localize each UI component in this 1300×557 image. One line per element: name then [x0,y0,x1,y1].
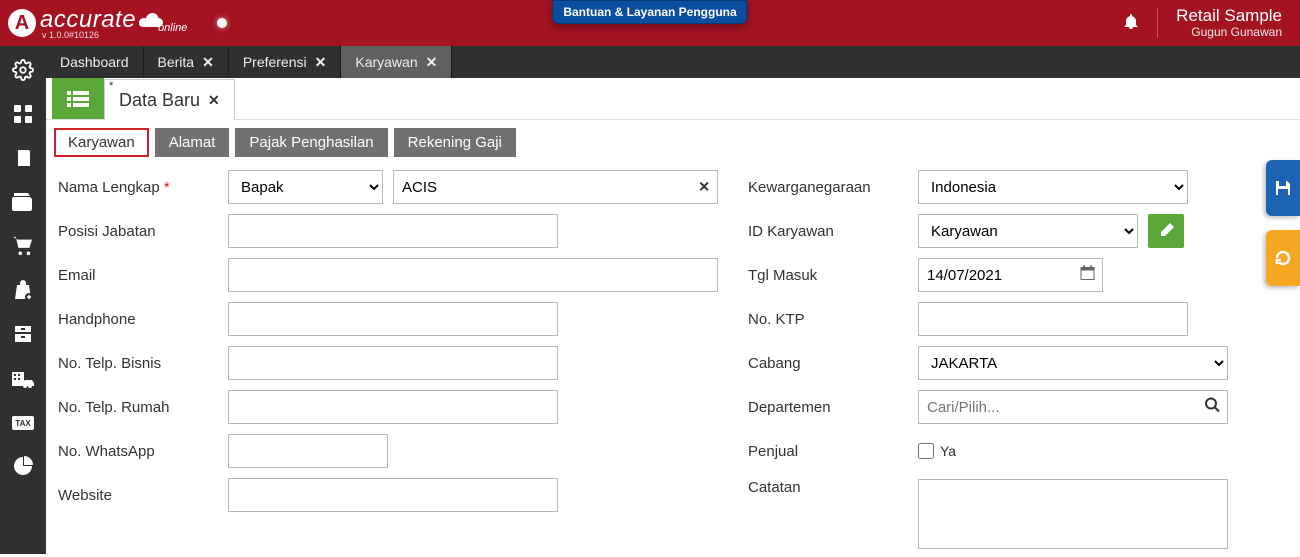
tab-label: Data Baru [119,90,200,111]
app-header: A accurate online v 1.0.0#10126 Bantuan … [0,0,1300,46]
tab-label: Karyawan [355,54,417,70]
close-icon[interactable]: ✕ [202,54,214,71]
close-icon[interactable]: ✕ [426,54,438,71]
refresh-quick-button[interactable] [1266,230,1300,286]
wallet-icon[interactable] [5,184,41,220]
tax-icon[interactable]: TAX [5,404,41,440]
nama-input[interactable] [393,170,718,204]
website-input[interactable] [228,478,558,512]
main-tabbar: Dashboard Berita ✕ Preferensi ✕ Karyawan… [0,46,1300,78]
label-telp-bisnis: No. Telp. Bisnis [58,355,228,372]
record-indicator-icon [217,18,227,28]
form: Nama Lengkap * Bapak ✕ Posisi Jabatan Em… [46,157,1300,557]
user-name: Gugun Gunawan [1176,26,1282,39]
telp-bisnis-input[interactable] [228,346,558,380]
tab-karyawan[interactable]: Karyawan ✕ [341,46,452,78]
salutation-select[interactable]: Bapak [228,170,383,204]
tab-label: Berita [158,54,195,70]
cart-icon[interactable] [5,228,41,264]
svg-text:TAX: TAX [15,419,31,428]
help-banner[interactable]: Bantuan & Layanan Pengguna [552,0,747,24]
divider [1157,8,1158,38]
quick-actions [1266,160,1300,286]
label-cabang: Cabang [748,355,918,372]
tab-label: Dashboard [60,54,129,70]
logo-badge-icon: A [8,9,36,37]
formtab-alamat[interactable]: Alamat [155,128,230,157]
ktp-input[interactable] [918,302,1188,336]
bag-plus-icon[interactable] [5,272,41,308]
close-icon[interactable]: ✕ [208,92,220,109]
sub-tabbar: * Data Baru ✕ [46,78,1300,120]
catatan-textarea[interactable] [918,479,1228,549]
grid-icon[interactable] [5,96,41,132]
cabang-select[interactable]: JAKARTA [918,346,1228,380]
formtab-karyawan[interactable]: Karyawan [54,128,149,157]
tab-label: Preferensi [243,54,307,70]
list-view-button[interactable] [52,78,104,119]
form-col-right: Kewarganegaraan Indonesia ID Karyawan Ka… [718,165,1300,549]
penjual-checkbox[interactable] [918,443,934,459]
bell-icon[interactable] [1123,13,1139,34]
label-departemen: Departemen [748,399,918,416]
tab-berita[interactable]: Berita ✕ [144,46,229,78]
edit-id-button[interactable] [1148,214,1184,248]
company-name: Retail Sample [1176,7,1282,26]
posisi-input[interactable] [228,214,558,248]
app-version: v 1.0.0#10126 [42,30,187,40]
tgl-masuk-input[interactable] [918,258,1103,292]
penjual-checkbox-wrap[interactable]: Ya [918,443,956,459]
clear-icon[interactable]: ✕ [698,179,710,196]
building-car-icon[interactable] [5,360,41,396]
formtab-rekening[interactable]: Rekening Gaji [394,128,516,157]
kewarganegaraan-select[interactable]: Indonesia [918,170,1188,204]
penjual-checkbox-label: Ya [940,443,956,459]
label-wa: No. WhatsApp [58,443,228,460]
dirty-indicator-icon: * [109,80,113,92]
tab-data-baru[interactable]: * Data Baru ✕ [104,79,235,120]
save-quick-button[interactable] [1266,160,1300,216]
archive-icon[interactable] [5,316,41,352]
close-icon[interactable]: ✕ [315,54,327,71]
formtab-pajak[interactable]: Pajak Penghasilan [235,128,387,157]
sidebar-rail: TAX [0,46,46,554]
label-penjual: Penjual [748,443,918,460]
form-col-left: Nama Lengkap * Bapak ✕ Posisi Jabatan Em… [58,165,718,549]
id-karyawan-select[interactable]: Karyawan [918,214,1138,248]
handphone-input[interactable] [228,302,558,336]
label-nama: Nama Lengkap * [58,179,228,196]
book-icon[interactable] [5,140,41,176]
label-posisi: Posisi Jabatan [58,223,228,240]
label-telp-rumah: No. Telp. Rumah [58,399,228,416]
calendar-icon[interactable] [1080,266,1095,285]
pie-chart-icon[interactable] [5,448,41,484]
email-input[interactable] [228,258,718,292]
label-email: Email [58,267,228,284]
tab-preferensi[interactable]: Preferensi ✕ [229,46,342,78]
label-kewarganegaraan: Kewarganegaraan [748,179,918,196]
label-ktp: No. KTP [748,311,918,328]
whatsapp-input[interactable] [228,434,388,468]
gear-icon[interactable] [5,52,41,88]
company-block[interactable]: Retail Sample Gugun Gunawan [1176,7,1282,39]
departemen-input[interactable] [918,390,1228,424]
tab-dashboard[interactable]: Dashboard [46,46,144,78]
label-catatan: Catatan [748,479,918,496]
label-hp: Handphone [58,311,228,328]
logo: A accurate online v 1.0.0#10126 [8,6,187,40]
form-tabbar: Karyawan Alamat Pajak Penghasilan Rekeni… [46,120,1300,157]
search-icon[interactable] [1205,398,1220,417]
content-area: * Data Baru ✕ Karyawan Alamat Pajak Peng… [46,78,1300,554]
label-tgl-masuk: Tgl Masuk [748,267,918,284]
label-id-karyawan: ID Karyawan [748,223,918,240]
label-website: Website [58,487,228,504]
telp-rumah-input[interactable] [228,390,558,424]
